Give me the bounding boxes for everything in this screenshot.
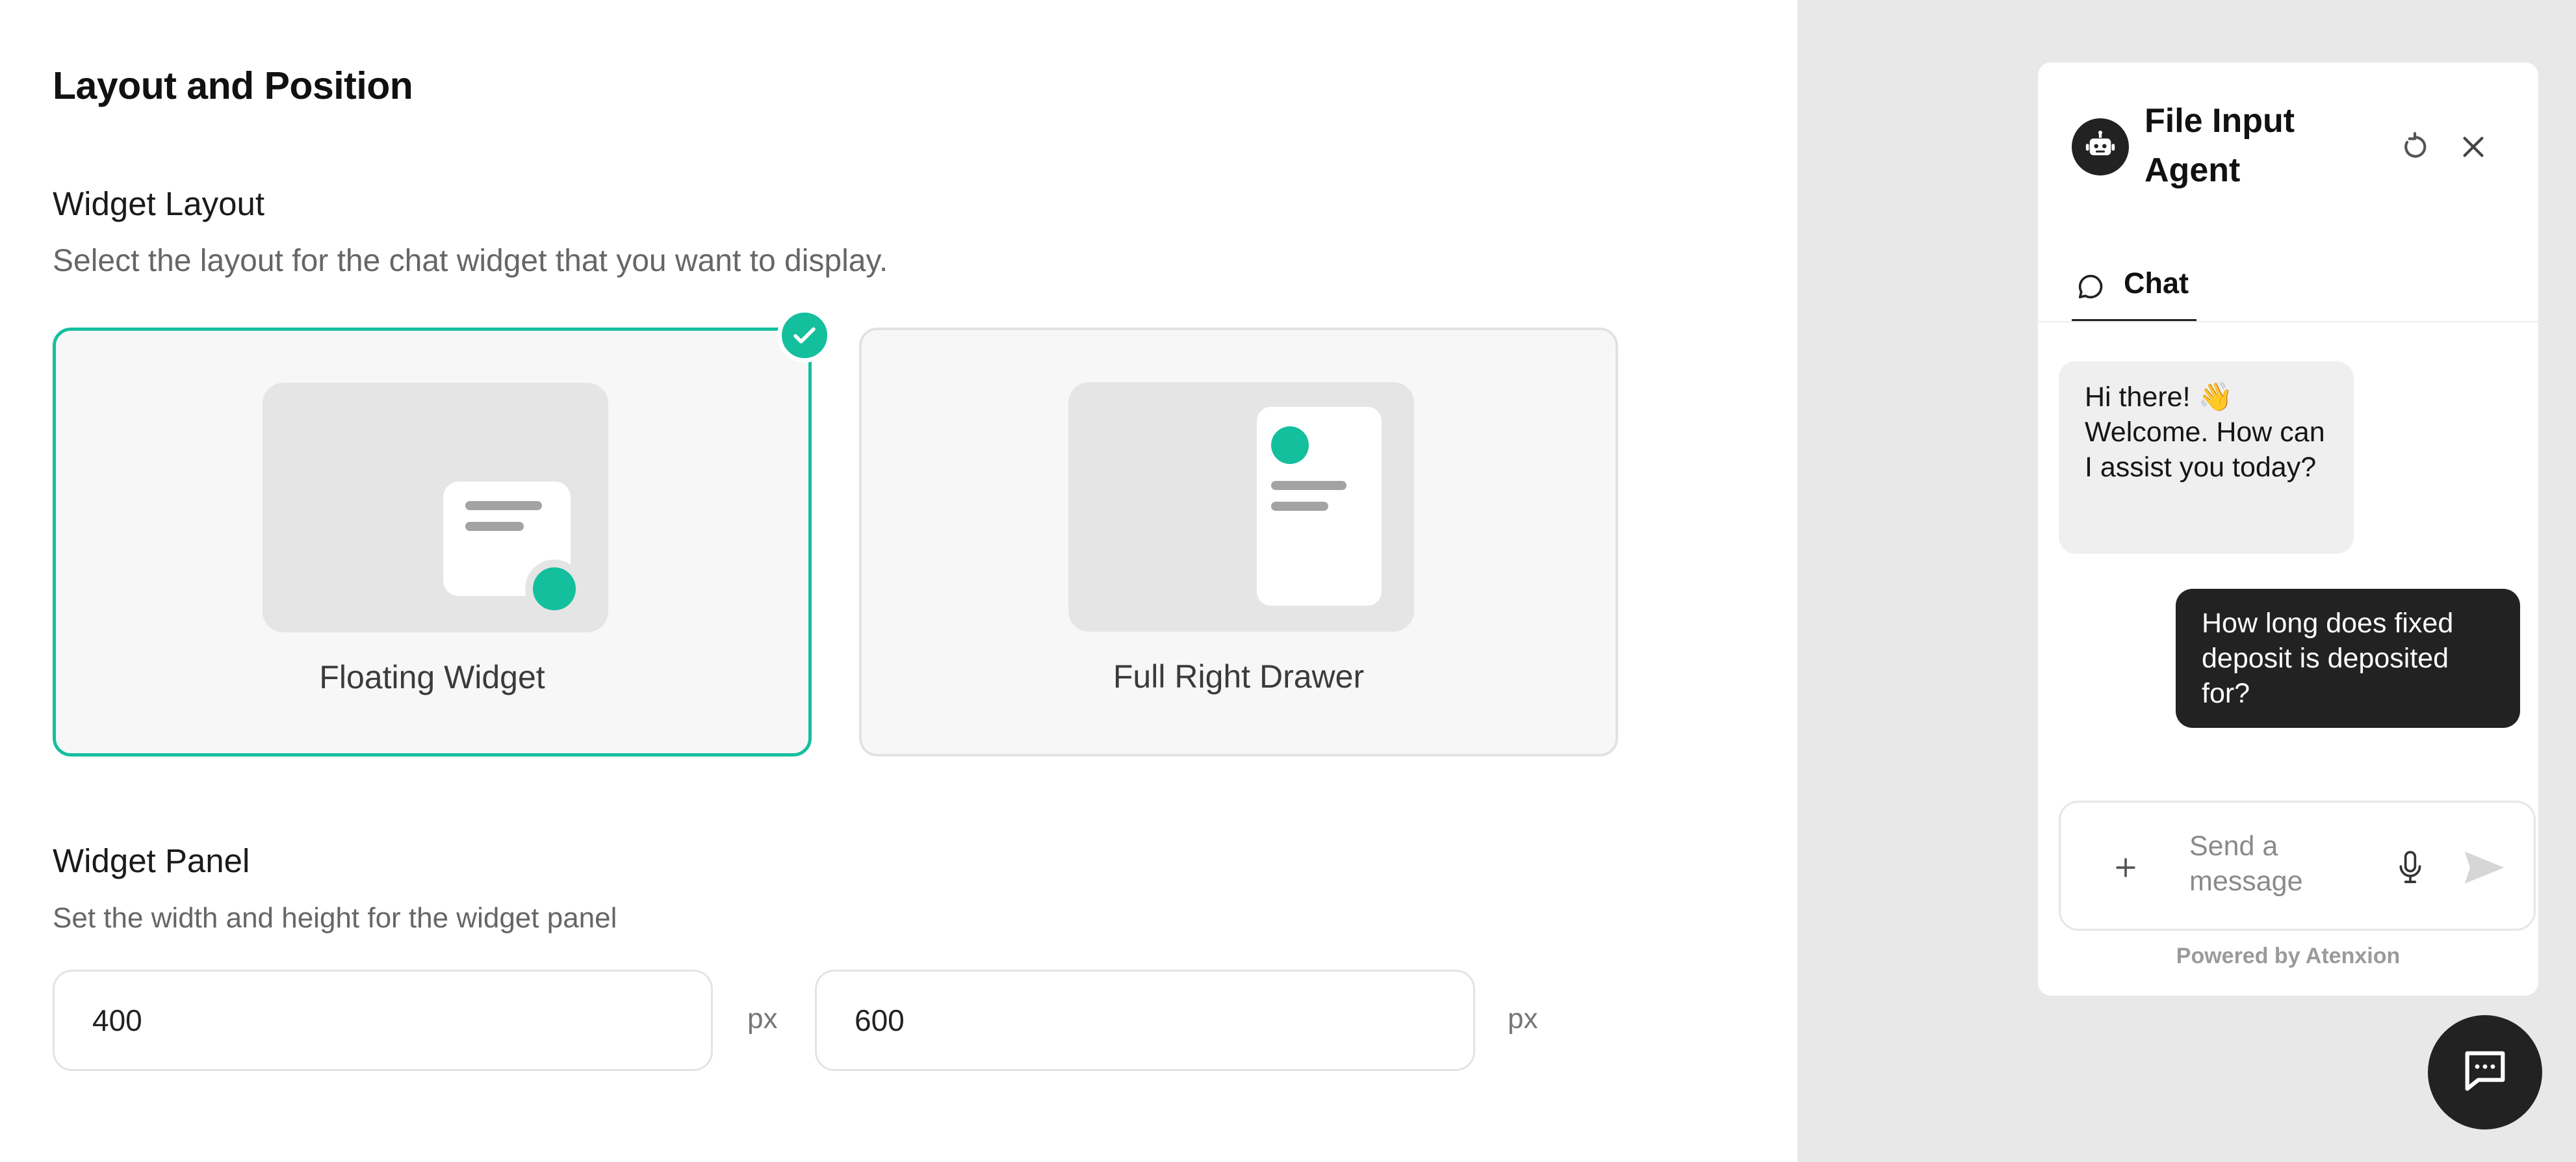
tab-chat[interactable]: Chat bbox=[2072, 251, 2196, 322]
bot-message: Hi there! 👋 Welcome. How can I assist yo… bbox=[2059, 361, 2354, 554]
powered-by: Powered by Atenxion bbox=[2176, 944, 2401, 968]
robot-icon bbox=[2072, 118, 2129, 175]
plus-icon[interactable] bbox=[2104, 846, 2148, 890]
launcher-dot-illustration bbox=[525, 560, 584, 618]
drawer-panel-illustration bbox=[1257, 407, 1382, 606]
message-square-icon bbox=[2458, 1044, 2512, 1101]
panel-height-input[interactable] bbox=[815, 970, 1475, 1071]
message-input[interactable]: Send a message bbox=[2189, 829, 2345, 899]
width-unit: px bbox=[747, 1003, 778, 1035]
header-divider bbox=[2038, 321, 2538, 322]
check-icon bbox=[777, 308, 832, 363]
refresh-icon[interactable] bbox=[2391, 123, 2438, 170]
chat-widget-panel: File Input Agent Chat Hi there! 👋 Welcom… bbox=[2038, 62, 2538, 996]
layout-option-label: Floating Widget bbox=[319, 659, 545, 695]
layout-option-full-right-drawer[interactable]: Full Right Drawer bbox=[859, 328, 1618, 756]
widget-layout-description: Select the layout for the chat widget th… bbox=[53, 244, 888, 278]
floating-widget-preview bbox=[263, 383, 608, 632]
section-title: Layout and Position bbox=[53, 64, 413, 107]
message-composer: Send a message bbox=[2059, 801, 2536, 931]
layout-option-floating-widget[interactable]: Floating Widget bbox=[53, 328, 812, 756]
chat-launcher-button[interactable] bbox=[2428, 1015, 2542, 1130]
chat-bubble-icon bbox=[2076, 272, 2108, 304]
widget-panel-description: Set the width and height for the widget … bbox=[53, 902, 617, 934]
agent-name: File Input Agent bbox=[2145, 102, 2295, 189]
layout-option-label: Full Right Drawer bbox=[1113, 658, 1365, 695]
widget-panel-title: Widget Panel bbox=[53, 842, 250, 879]
height-unit: px bbox=[1508, 1003, 1538, 1035]
widget-layout-title: Widget Layout bbox=[53, 185, 265, 222]
panel-width-input[interactable] bbox=[53, 970, 713, 1071]
microphone-icon[interactable] bbox=[2388, 842, 2432, 894]
tab-label: Chat bbox=[2124, 266, 2189, 300]
close-icon[interactable] bbox=[2450, 123, 2497, 170]
send-icon[interactable] bbox=[2458, 844, 2510, 891]
drawer-preview bbox=[1068, 382, 1414, 632]
user-message: How long does fixed deposit is deposited… bbox=[2176, 589, 2520, 728]
